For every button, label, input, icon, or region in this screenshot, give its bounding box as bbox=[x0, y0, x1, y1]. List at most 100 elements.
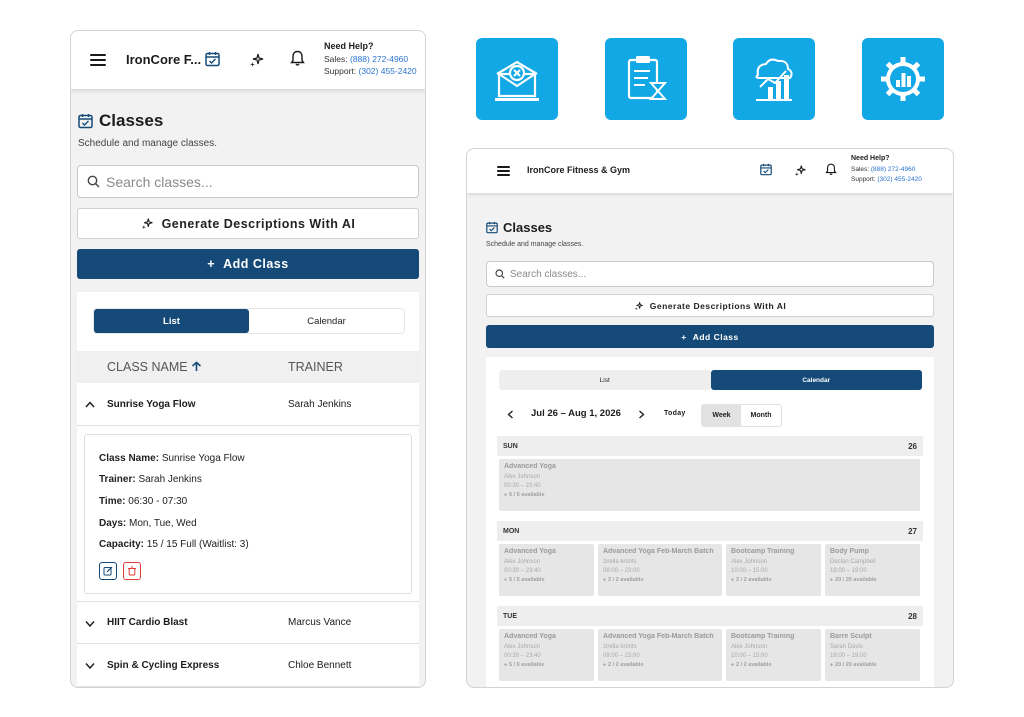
calendar-check-icon[interactable] bbox=[205, 51, 220, 67]
brand-name[interactable]: IronCore F... bbox=[126, 52, 201, 67]
class-card-time: 10:00 – 15:00 bbox=[731, 568, 768, 574]
sparkles-icon[interactable] bbox=[249, 52, 265, 68]
sparkles-icon bbox=[141, 218, 153, 230]
class-card[interactable]: Advanced Yoga Alex Johnson 00:30 – 23:40… bbox=[499, 459, 920, 511]
row-class-name: Spin & Cycling Express bbox=[107, 659, 220, 671]
search-icon bbox=[87, 175, 100, 188]
page-subtitle: Schedule and manage classes. bbox=[486, 241, 584, 248]
page-title-row: Classes bbox=[486, 220, 552, 235]
tab-calendar[interactable]: Calendar bbox=[710, 370, 922, 390]
class-card-time: 18:00 – 19:00 bbox=[830, 653, 867, 659]
bell-icon[interactable] bbox=[290, 50, 305, 67]
search-placeholder: Search classes... bbox=[510, 268, 587, 280]
tab-list[interactable]: List bbox=[94, 309, 249, 333]
add-class-button[interactable]: + Add Class bbox=[77, 249, 419, 279]
add-class-button[interactable]: + Add Class bbox=[486, 325, 934, 348]
generate-descriptions-button[interactable]: Generate Descriptions With AI bbox=[77, 208, 419, 239]
sparkles-icon bbox=[634, 301, 643, 310]
search-icon bbox=[495, 269, 505, 279]
sales-label: Sales: bbox=[324, 54, 348, 64]
class-card[interactable]: Advanced Yoga Alex Johnson 00:30 – 23:40… bbox=[499, 544, 594, 596]
gear-chart-tile bbox=[862, 38, 944, 120]
sort-ascending-icon[interactable] bbox=[191, 361, 202, 372]
class-card[interactable]: Bootcamp Training Alex Johnson 10:00 – 1… bbox=[726, 629, 821, 681]
class-card[interactable]: Advanced Yoga Feb-March Batch zirella kr… bbox=[598, 629, 722, 681]
tab-list[interactable]: List bbox=[499, 370, 711, 390]
class-card-trainer: zirella kronts bbox=[603, 559, 637, 565]
support-phone-link[interactable]: (302) 455-2420 bbox=[877, 176, 921, 183]
day-number: 28 bbox=[908, 611, 917, 621]
table-header: CLASS NAME TRAINER bbox=[77, 351, 419, 383]
brand-name[interactable]: IronCore Fitness & Gym bbox=[527, 165, 630, 175]
bell-icon[interactable] bbox=[825, 163, 837, 176]
column-trainer[interactable]: TRAINER bbox=[288, 360, 343, 374]
view-toggle: List Calendar bbox=[93, 308, 405, 334]
plus-icon: + bbox=[681, 331, 687, 342]
class-card[interactable]: Bootcamp Training Alex Johnson 10:00 – 1… bbox=[726, 544, 821, 596]
class-card-availability: 5 / 5 available bbox=[504, 662, 589, 668]
month-button[interactable]: Month bbox=[741, 405, 781, 426]
hamburger-menu-icon[interactable] bbox=[497, 166, 510, 176]
support-label: Support: bbox=[851, 176, 876, 183]
detail-time-label: Time: bbox=[99, 496, 126, 507]
generate-label: Generate Descriptions With AI bbox=[161, 216, 356, 231]
detail-time-value: 06:30 - 07:30 bbox=[128, 496, 188, 507]
table-row[interactable]: HIIT Cardio Blast Marcus Vance bbox=[77, 601, 419, 644]
support-label: Support: bbox=[324, 66, 357, 76]
chevron-down-icon[interactable] bbox=[85, 620, 95, 627]
chart-growth-tile bbox=[733, 38, 815, 120]
chevron-down-icon[interactable] bbox=[85, 662, 95, 669]
date-range-label: Jul 26 – Aug 1, 2026 bbox=[531, 408, 621, 419]
column-class-name[interactable]: CLASS NAME bbox=[107, 360, 202, 374]
search-input[interactable]: Search classes... bbox=[77, 165, 419, 198]
support-line: Support: (302) 455-2420 bbox=[851, 176, 922, 183]
day-header-sun: SUN 26 bbox=[497, 436, 923, 456]
class-card-availability: 5 / 5 available bbox=[504, 492, 915, 498]
detail-class-name-value: Sunrise Yoga Flow bbox=[161, 453, 245, 464]
class-card-name: Bootcamp Training bbox=[731, 633, 795, 640]
day-number: 26 bbox=[908, 441, 917, 451]
day-label: TUE bbox=[503, 612, 517, 620]
week-button[interactable]: Week bbox=[702, 405, 741, 426]
row-trainer: Marcus Vance bbox=[288, 617, 352, 628]
class-card-trainer: Alex Johnson bbox=[731, 644, 768, 650]
detail-days: Days: Mon, Tue, Wed bbox=[99, 518, 197, 529]
search-input[interactable]: Search classes... bbox=[486, 261, 934, 287]
generate-descriptions-button[interactable]: Generate Descriptions With AI bbox=[486, 294, 934, 317]
chevron-right-icon[interactable] bbox=[638, 410, 645, 419]
class-card-name: Advanced Yoga Feb-March Batch bbox=[603, 633, 714, 640]
class-card-availability: 2 / 2 available bbox=[731, 662, 816, 668]
hamburger-menu-icon[interactable] bbox=[90, 54, 106, 66]
sales-phone-link[interactable]: (888) 272-4960 bbox=[871, 166, 915, 173]
sales-phone-link[interactable]: (888) 272-4960 bbox=[350, 54, 408, 64]
class-card-name: Advanced Yoga bbox=[504, 548, 556, 555]
calendar-check-icon[interactable] bbox=[760, 163, 772, 176]
class-card-time: 00:30 – 23:40 bbox=[504, 483, 541, 489]
class-card-name: Body Pump bbox=[830, 548, 869, 555]
table-row[interactable]: Spin & Cycling Express Chloe Bennett bbox=[77, 644, 419, 687]
class-card[interactable]: Barre Sculpt Sarah Davis 18:00 – 19:00 2… bbox=[825, 629, 920, 681]
class-card-trainer: Alex Johnson bbox=[504, 474, 541, 480]
clipboard-hourglass-tile bbox=[605, 38, 687, 120]
calendar-check-icon bbox=[78, 114, 93, 129]
class-card-availability: 20 / 20 available bbox=[830, 577, 915, 583]
mail-cancel-icon bbox=[495, 60, 539, 101]
tab-calendar[interactable]: Calendar bbox=[249, 309, 404, 333]
sparkles-icon[interactable] bbox=[794, 164, 807, 177]
class-card-trainer: zirella kronts bbox=[603, 644, 637, 650]
class-card[interactable]: Advanced Yoga Alex Johnson 00:30 – 23:40… bbox=[499, 629, 594, 681]
chevron-left-icon[interactable] bbox=[507, 410, 514, 419]
class-card-trainer: Alex Johnson bbox=[504, 644, 541, 650]
chevron-up-icon[interactable] bbox=[85, 401, 95, 408]
class-card[interactable]: Advanced Yoga Feb-March Batch zirella kr… bbox=[598, 544, 722, 596]
table-row[interactable]: Sunrise Yoga Flow Sarah Jenkins bbox=[77, 383, 419, 426]
chart-growth-icon bbox=[755, 58, 793, 101]
sales-line: Sales: (888) 272-4960 bbox=[851, 166, 915, 173]
support-phone-link[interactable]: (302) 455-2420 bbox=[359, 66, 417, 76]
delete-button[interactable] bbox=[123, 562, 141, 580]
edit-button[interactable] bbox=[99, 562, 117, 580]
view-toggle: List Calendar bbox=[499, 370, 922, 390]
class-card[interactable]: Body Pump Declan Campbell 18:00 – 19:00 … bbox=[825, 544, 920, 596]
today-button[interactable]: Today bbox=[664, 410, 686, 417]
gear-chart-icon bbox=[881, 57, 925, 101]
